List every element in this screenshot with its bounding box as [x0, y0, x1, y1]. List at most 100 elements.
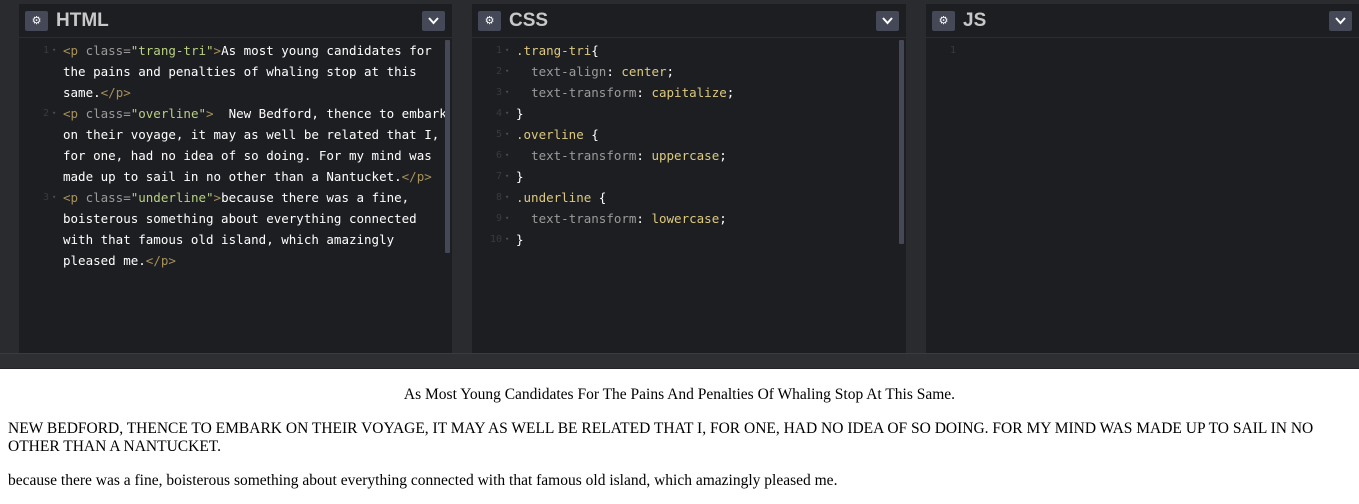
chevron-down-icon [882, 17, 893, 25]
code-line[interactable]: 6 ▾ text-transform: uppercase; [472, 145, 906, 166]
code-line[interactable]: 7 ▾} [472, 166, 906, 187]
code-text: text-transform: uppercase; [516, 145, 900, 166]
preview-trang-tri-paragraph: As most young candidates for the pains a… [403, 386, 956, 403]
line-number: 9 [495, 213, 502, 224]
code-text: <p class="overline"> New Bedford, thence… [63, 103, 447, 187]
css-collapse-button[interactable] [876, 11, 899, 31]
css-editor-scrollbar[interactable] [899, 40, 904, 244]
code-line[interactable]: 2 ▾ text-align: center; [472, 61, 906, 82]
code-token: capitalize [651, 85, 727, 100]
line-number: 1 [949, 45, 956, 56]
line-number: 2 [42, 108, 49, 119]
code-text: .trang-tri{ [516, 40, 900, 61]
line-number: 7 [495, 171, 502, 182]
code-token: > [213, 43, 222, 58]
code-token: class= [85, 43, 131, 58]
code-line[interactable]: 1 ▾ .trang-tri{ [472, 40, 906, 61]
fold-arrow-icon[interactable]: ▾ [505, 124, 509, 145]
code-token: : [636, 85, 652, 100]
code-line[interactable]: 4 ▾} [472, 103, 906, 124]
html-editor-title: HTML [56, 10, 109, 31]
js-editor-header: ⚙ JS [926, 4, 1359, 38]
js-code-area[interactable]: 1 [926, 40, 1359, 353]
css-settings-button[interactable]: ⚙ [478, 11, 501, 31]
code-token: </p> [401, 169, 432, 184]
code-token: : [606, 64, 622, 79]
chevron-down-icon [428, 17, 439, 25]
fold-arrow-icon[interactable]: ▾ [505, 103, 509, 124]
fold-arrow-icon[interactable]: ▾ [505, 145, 509, 166]
fold-arrow-icon[interactable]: ▾ [52, 40, 56, 61]
fold-arrow-icon[interactable]: ▾ [505, 40, 509, 61]
css-code-area[interactable]: 1 ▾ .trang-tri{2 ▾ text-align: center; 3 ▾ te… [472, 40, 906, 353]
html-editor-header: ⚙ HTML [19, 4, 452, 38]
code-token: { [591, 127, 599, 142]
code-token: </p> [145, 253, 176, 268]
html-editor-scrollbar[interactable] [445, 40, 450, 253]
code-line[interactable]: 8 ▾ .underline { [472, 187, 906, 208]
code-token: > [206, 106, 214, 121]
code-line[interactable]: 1 ▾ <p class="trang-tri">As most young can… [19, 40, 452, 103]
line-number: 1 [495, 45, 502, 56]
fold-arrow-icon[interactable]: ▾ [505, 61, 509, 82]
fold-arrow-icon[interactable]: ▾ [505, 229, 509, 250]
code-token: ; [719, 211, 727, 226]
code-token: .trang-tri [516, 43, 592, 58]
line-number: 6 [495, 150, 502, 161]
html-settings-button[interactable]: ⚙ [25, 11, 48, 31]
resize-divider[interactable] [0, 353, 1359, 369]
code-token: ; [726, 85, 735, 100]
code-token: ; [666, 64, 675, 79]
code-text: .overline { [516, 124, 900, 145]
code-token: { [598, 190, 607, 205]
code-token: <p [63, 190, 86, 205]
code-token: lowercase [651, 211, 720, 226]
code-text: } [516, 103, 900, 124]
fold-arrow-icon[interactable]: ▾ [505, 82, 509, 103]
code-line[interactable]: 9 ▾ text-transform: lowercase; [472, 208, 906, 229]
chevron-down-icon [1335, 17, 1346, 25]
line-number: 8 [495, 192, 502, 203]
code-token: { [591, 43, 599, 58]
line-number: 3 [495, 87, 502, 98]
html-code-area[interactable]: 1 ▾ <p class="trang-tri">As most young can… [19, 40, 452, 353]
code-text: <p class="underline">because there was a… [63, 187, 447, 271]
code-token: class= [85, 190, 131, 205]
js-settings-button[interactable]: ⚙ [932, 11, 955, 31]
js-collapse-button[interactable] [1329, 11, 1352, 31]
code-line[interactable]: 3 ▾ text-transform: capitalize; [472, 82, 906, 103]
css-editor-title: CSS [509, 10, 549, 31]
code-text: } [516, 166, 900, 187]
code-line[interactable]: 10 ▾} [472, 229, 906, 250]
code-token: text-transform [531, 85, 637, 100]
code-text: text-transform: capitalize; [516, 82, 900, 103]
fold-arrow-icon[interactable]: ▾ [505, 166, 509, 187]
preview-underline-paragraph: because there was a fine, boisterous som… [8, 472, 838, 489]
fold-arrow-icon[interactable]: ▾ [505, 187, 509, 208]
line-number: 4 [495, 108, 502, 119]
code-token: text-transform [531, 211, 637, 226]
js-editor-title: JS [963, 10, 987, 31]
line-number: 2 [495, 66, 502, 77]
fold-arrow-icon[interactable]: ▾ [52, 103, 56, 124]
html-collapse-button[interactable] [422, 11, 445, 31]
fold-arrow-icon[interactable]: ▾ [505, 208, 509, 229]
code-token: : [636, 148, 652, 163]
code-token: class= [85, 106, 131, 121]
fold-arrow-icon[interactable]: ▾ [52, 187, 56, 208]
code-line[interactable]: 5 ▾ .overline { [472, 124, 906, 145]
gear-icon: ⚙ [938, 14, 949, 27]
line-number: 5 [495, 129, 502, 140]
css-editor-header: ⚙ CSS [472, 4, 906, 38]
code-token: uppercase [651, 148, 720, 163]
code-token: "underline" [130, 190, 214, 205]
css-editor-panel: ⚙ CSS 1 ▾ .trang-tri{2 ▾ text-align: center… [472, 4, 906, 353]
code-line[interactable]: 3 ▾ <p class="underline">because there was… [19, 187, 452, 271]
code-line[interactable]: 2 ▾ <p class="overline"> New Bedford, then… [19, 103, 452, 187]
line-number: 3 [42, 192, 49, 203]
code-text: .underline { [516, 187, 900, 208]
line-number: 1 [42, 45, 49, 56]
